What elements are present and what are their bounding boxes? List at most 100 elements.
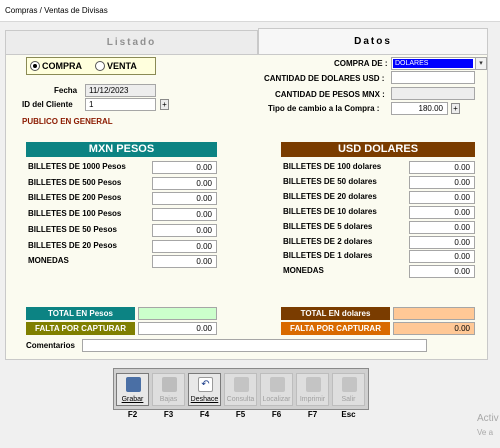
cantidad-mnx-label: CANTIDAD DE PESOS MNX : <box>275 90 385 99</box>
imprimir-shortcut-key: F7 <box>307 410 318 419</box>
cliente-lookup-button[interactable]: + <box>160 99 169 110</box>
usd-row-label: BILLETES DE 5 dolares <box>283 222 373 231</box>
usd-row-label: BILLETES DE 20 dolares <box>283 192 377 201</box>
comentarios-label: Comentarios <box>26 341 75 350</box>
tipo-cambio-button[interactable]: + <box>451 103 460 114</box>
exit-icon <box>342 377 357 392</box>
usd-row-label: BILLETES DE 2 dolares <box>283 237 373 246</box>
cantidad-mnx-field[interactable] <box>391 87 475 100</box>
usd-row-field[interactable]: 0.00 <box>409 265 475 278</box>
usd-row-label: MONEDAS <box>283 266 324 275</box>
localizar-button-label: Localizar <box>262 396 291 403</box>
mxn-total-field[interactable] <box>138 307 217 320</box>
tipo-cambio-field[interactable]: 180.00 <box>391 102 448 115</box>
radio-venta-label[interactable]: VENTA <box>107 61 137 71</box>
mxn-row-field[interactable]: 0.00 <box>152 255 217 268</box>
publico-general-label: PUBLICO EN GENERAL <box>22 117 113 126</box>
undo-icon: ↶ <box>198 377 213 392</box>
mxn-row-field[interactable]: 0.00 <box>152 192 217 205</box>
usd-row-label: BILLETES DE 10 dolares <box>283 207 377 216</box>
usd-row-field[interactable]: 0.00 <box>409 236 475 249</box>
mxn-row-label: BILLETES DE 200 Pesos <box>28 193 122 202</box>
cantidad-usd-field[interactable] <box>391 71 475 84</box>
mxn-row-label: BILLETES DE 1000 Pesos <box>28 162 126 171</box>
radio-compra-label[interactable]: COMPRA <box>42 61 82 71</box>
mxn-falta-field[interactable]: 0.00 <box>138 322 217 335</box>
document-icon <box>234 377 249 392</box>
usd-falta-field[interactable]: 0.00 <box>393 322 475 335</box>
mxn-row-field[interactable]: 0.00 <box>152 161 217 174</box>
mxn-falta-label: FALTA POR CAPTURAR <box>26 322 135 335</box>
operation-radio-group: COMPRA VENTA <box>26 57 156 75</box>
imprimir-button[interactable]: Imprimir <box>296 373 329 406</box>
localizar-shortcut-key: F6 <box>271 410 282 419</box>
deshacer-button[interactable]: ↶ Deshace <box>188 373 221 406</box>
os-activation-watermark-sub: Ve a <box>477 428 494 437</box>
usd-row-field[interactable]: 0.00 <box>409 250 475 263</box>
mxn-row-field[interactable]: 0.00 <box>152 177 217 190</box>
salir-button[interactable]: Salir <box>332 373 365 406</box>
radio-compra[interactable] <box>30 61 40 71</box>
usd-row-label: BILLETES DE 50 dolares <box>283 177 377 186</box>
fecha-field[interactable]: 11/12/2023 <box>85 84 156 97</box>
compra-de-label: COMPRA DE : <box>334 59 388 68</box>
consulta-button-label: Consulta <box>226 396 255 403</box>
bajas-button[interactable]: Bajas <box>152 373 185 406</box>
printer-icon <box>306 377 321 392</box>
comentarios-field[interactable] <box>82 339 427 352</box>
cliente-field[interactable]: 1 <box>85 98 156 111</box>
usd-row-field[interactable]: 0.00 <box>409 176 475 189</box>
mxn-row-label: MONEDAS <box>28 256 69 265</box>
mxn-row-label: BILLETES DE 100 Pesos <box>28 209 122 218</box>
consulta-button[interactable]: Consulta <box>224 373 257 406</box>
deshacer-shortcut-key: F4 <box>199 410 210 419</box>
imprimir-button-label: Imprimir <box>299 396 326 403</box>
grabar-shortcut-key: F2 <box>127 410 138 419</box>
tab-datos-label: Datos <box>354 36 392 47</box>
usd-row-field[interactable]: 0.00 <box>409 191 475 204</box>
usd-falta-label: FALTA POR CAPTURAR <box>281 322 390 335</box>
salir-shortcut-key: Esc <box>341 410 356 419</box>
grabar-button[interactable]: Grabar <box>116 373 149 406</box>
usd-row-label: BILLETES DE 100 dolares <box>283 162 382 171</box>
search-icon <box>270 377 285 392</box>
bajas-button-label: Bajas <box>159 396 178 403</box>
bajas-shortcut-key: F3 <box>163 410 174 419</box>
consulta-shortcut-key: F5 <box>235 410 246 419</box>
mxn-row-field[interactable]: 0.00 <box>152 208 217 221</box>
mxn-row-field[interactable]: 0.00 <box>152 224 217 237</box>
fecha-label: Fecha <box>54 86 78 95</box>
delete-icon <box>162 377 177 392</box>
mxn-row-label: BILLETES DE 500 Pesos <box>28 178 122 187</box>
usd-row-label: BILLETES DE 1 dolares <box>283 251 373 260</box>
mxn-row-label: BILLETES DE 20 Pesos <box>28 241 117 250</box>
tipo-cambio-label: Tipo de cambio a la Compra : <box>268 104 380 113</box>
usd-row-field[interactable]: 0.00 <box>409 161 475 174</box>
mxn-row-field[interactable]: 0.00 <box>152 240 217 253</box>
os-activation-watermark: Activ <box>477 413 499 424</box>
tab-listado-label: Listado <box>106 37 157 48</box>
tab-datos[interactable]: Datos <box>258 28 488 55</box>
chevron-down-icon[interactable]: ▾ <box>475 58 486 69</box>
mxn-total-label: TOTAL EN Pesos <box>26 307 135 320</box>
radio-venta[interactable] <box>95 61 105 71</box>
usd-row-field[interactable]: 0.00 <box>409 206 475 219</box>
window-title: Compras / Ventas de Divisas <box>5 6 108 15</box>
usd-total-field[interactable] <box>393 307 475 320</box>
grabar-button-label: Grabar <box>121 396 144 403</box>
mxn-row-label: BILLETES DE 50 Pesos <box>28 225 117 234</box>
localizar-button[interactable]: Localizar <box>260 373 293 406</box>
cantidad-usd-label: CANTIDAD DE DOLARES USD : <box>264 74 385 83</box>
usd-total-label: TOTAL EN dolares <box>281 307 390 320</box>
window-titlebar: Compras / Ventas de Divisas <box>0 0 500 22</box>
deshacer-button-label: Deshace <box>190 396 219 403</box>
usd-header: USD DOLARES <box>281 142 475 157</box>
mxn-header: MXN PESOS <box>26 142 217 157</box>
salir-button-label: Salir <box>341 396 356 403</box>
tab-listado[interactable]: Listado <box>5 30 258 55</box>
compra-de-select[interactable]: DOLARES ▾ <box>391 57 487 70</box>
compra-de-selected: DOLARES <box>393 59 473 68</box>
usd-row-field[interactable]: 0.00 <box>409 221 475 234</box>
cliente-label: ID del Cliente <box>22 100 73 109</box>
save-icon <box>126 377 141 392</box>
